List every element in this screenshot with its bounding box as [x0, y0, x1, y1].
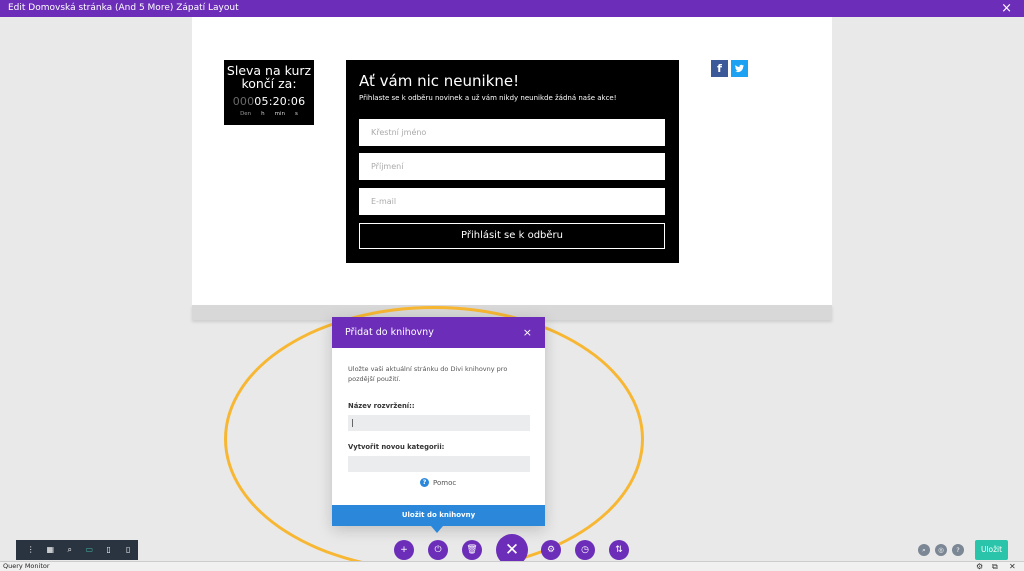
gear-icon[interactable]: ⚙ — [976, 562, 983, 571]
help-icon[interactable]: ? — [952, 544, 964, 556]
help-label: Pomoc — [433, 478, 457, 487]
save-to-library-button[interactable]: Uložit do knihovny — [332, 505, 545, 526]
text-caret — [352, 419, 353, 427]
modal-pointer — [431, 526, 443, 533]
email-optin: Ať vám nic neunikne! Přihlaste se k odbě… — [346, 60, 679, 263]
modal-description: Uložte vaši aktuální stránku do Divi kni… — [348, 365, 508, 383]
email-field[interactable]: E-mail — [359, 188, 665, 215]
search-icon[interactable]: ⌕ — [918, 544, 930, 556]
subscribe-button[interactable]: Přihlásit se k odběru — [359, 223, 665, 249]
unit-sec: s — [295, 111, 298, 117]
query-monitor-label[interactable]: Query Monitor — [3, 562, 50, 570]
sort-icon[interactable]: ⇅ — [609, 540, 629, 560]
phone-icon[interactable]: ▯ — [119, 542, 139, 558]
countdown-title: Sleva na kurz končí za: — [226, 63, 312, 91]
category-label: Vytvořit novou kategorii: — [348, 443, 445, 451]
countdown-clock: 05:20:06 — [254, 95, 306, 108]
portability-icon[interactable]: ⏻ — [428, 540, 448, 560]
close-icon[interactable]: ✕ — [1009, 562, 1016, 571]
facebook-icon[interactable]: f — [711, 60, 728, 77]
wireframe-icon[interactable]: ▦ — [41, 542, 61, 558]
optin-subtext: Přihlaste se k odběru novinek a už vám n… — [359, 94, 617, 102]
countdown-units: Den h min s — [224, 111, 314, 117]
unit-day: Den — [240, 111, 252, 117]
save-button[interactable]: Uložit — [975, 540, 1008, 560]
settings-circle-icon[interactable]: ◎ — [935, 544, 947, 556]
view-toolbar: ⋮ ▦ ⌕ ▭ ▯ ▯ — [16, 540, 138, 560]
settings-icon[interactable]: ⚙ — [541, 540, 561, 560]
category-input[interactable] — [348, 456, 530, 472]
countdown-days: 000 — [232, 95, 255, 108]
desktop-icon[interactable]: ▭ — [80, 542, 100, 558]
countdown-time: 00005:20:06 — [224, 95, 314, 108]
zoom-icon[interactable]: ⌕ — [60, 542, 80, 558]
history-icon[interactable]: ◷ — [575, 540, 595, 560]
modal-title: Přidat do knihovny — [345, 327, 434, 338]
close-icon[interactable]: × — [1001, 0, 1012, 17]
builder-title: Edit Domovská stránka (And 5 More) Zápat… — [8, 3, 239, 13]
query-monitor-bar: Query Monitor ⚙ ⧉ ✕ — [0, 561, 1024, 571]
help-icon: ? — [420, 478, 429, 487]
add-to-library-modal: Přidat do knihovny × Uložte vaši aktuáln… — [332, 317, 545, 526]
trash-icon[interactable]: 🗑 — [462, 540, 482, 560]
unit-min: min — [274, 111, 286, 117]
modal-header: Přidat do knihovny × — [332, 317, 545, 348]
countdown-timer: Sleva na kurz končí za: 00005:20:06 Den … — [224, 60, 314, 125]
twitter-icon[interactable] — [731, 60, 748, 77]
more-icon[interactable]: ⋮ — [21, 542, 41, 558]
tablet-icon[interactable]: ▯ — [99, 542, 119, 558]
last-name-field[interactable]: Příjmení — [359, 153, 665, 180]
add-icon[interactable]: + — [394, 540, 414, 560]
help-link[interactable]: ? Pomoc — [420, 478, 456, 487]
builder-top-bar: Edit Domovská stránka (And 5 More) Zápat… — [0, 0, 1024, 17]
modal-close-icon[interactable]: × — [523, 317, 532, 348]
popout-icon[interactable]: ⧉ — [992, 562, 998, 571]
twitter-bird-icon — [734, 64, 745, 73]
layout-name-label: Název rozvržení:: — [348, 402, 415, 410]
first-name-field[interactable]: Křestní jméno — [359, 119, 665, 146]
unit-hour: h — [261, 111, 265, 117]
layout-name-input[interactable] — [348, 415, 530, 431]
optin-heading: Ať vám nic neunikne! — [359, 72, 520, 90]
